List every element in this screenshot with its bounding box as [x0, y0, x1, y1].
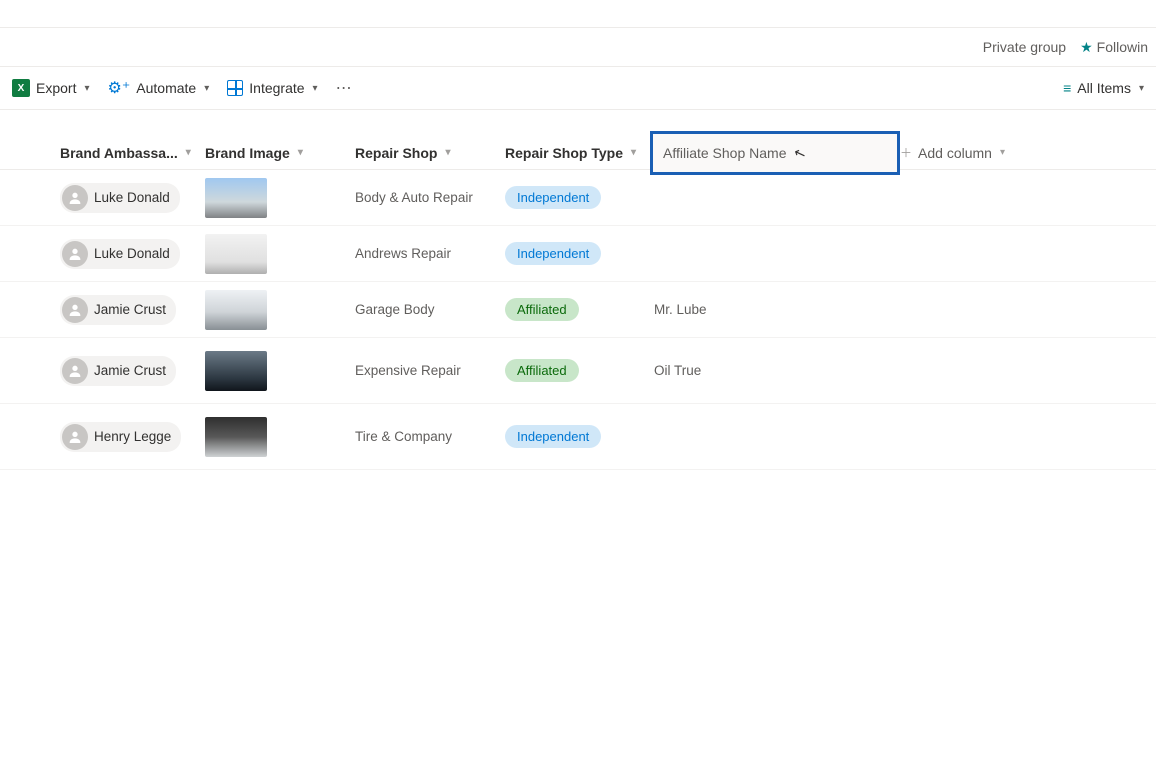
column-header-row: Brand Ambassa... ▾ Brand Image ▾ Repair … [0, 110, 1156, 170]
list-icon: ≡ [1063, 80, 1071, 96]
brand-image-thumbnail[interactable] [205, 417, 267, 457]
type-pill: Independent [505, 242, 601, 265]
add-column-button[interactable]: ＋ Add column ▾ [900, 137, 1156, 169]
person-chip[interactable]: Luke Donald [60, 239, 180, 269]
following-label: Followin [1097, 39, 1148, 55]
export-button[interactable]: X Export ▾ [12, 79, 90, 97]
brand-image-thumbnail[interactable] [205, 290, 267, 330]
cell-repair-shop-type: Independent [505, 425, 650, 448]
add-column-label: Add column [918, 145, 992, 161]
cell-brand-image [205, 290, 355, 330]
cell-repair-shop-type: Affiliated [505, 359, 650, 382]
chevron-down-icon: ▾ [445, 147, 450, 158]
list-view: Brand Ambassa... ▾ Brand Image ▾ Repair … [0, 110, 1156, 470]
cell-brand-ambassador: Luke Donald [60, 239, 205, 269]
cell-brand-ambassador: Luke Donald [60, 183, 205, 213]
column-header-brand-image[interactable]: Brand Image ▾ [205, 137, 355, 169]
avatar-icon [62, 424, 88, 450]
column-label: Affiliate Shop Name [663, 145, 786, 161]
brand-image-thumbnail[interactable] [205, 234, 267, 274]
cell-repair-shop: Expensive Repair [355, 363, 505, 378]
integrate-icon [227, 80, 243, 96]
page-header: Private group ★ Followin [0, 28, 1156, 66]
cell-brand-image [205, 351, 355, 391]
cell-repair-shop-type: Independent [505, 186, 650, 209]
chevron-down-icon: ▾ [313, 83, 318, 94]
table-row[interactable]: Jamie Crust Garage Body Affiliated Mr. L… [0, 282, 1156, 338]
toolbar: X Export ▾ ⚙⁺ Automate ▾ Integrate ▾ ⋯ ≡… [0, 66, 1156, 110]
avatar-icon [62, 297, 88, 323]
table-row[interactable]: Henry Legge Tire & Company Independent [0, 404, 1156, 470]
chevron-down-icon: ▾ [204, 83, 209, 94]
avatar-icon [62, 358, 88, 384]
chevron-down-icon: ▾ [298, 147, 303, 158]
cell-repair-shop: Garage Body [355, 302, 505, 317]
chevron-down-icon: ▾ [84, 83, 89, 94]
cell-brand-ambassador: Henry Legge [60, 422, 205, 452]
integrate-button[interactable]: Integrate ▾ [227, 80, 317, 96]
cell-affiliate-shop-name: Oil True [650, 363, 900, 378]
cell-brand-image [205, 178, 355, 218]
cell-brand-image [205, 234, 355, 274]
person-name: Jamie Crust [94, 363, 166, 378]
type-pill: Independent [505, 186, 601, 209]
chevron-down-icon: ▾ [631, 147, 636, 158]
person-chip[interactable]: Luke Donald [60, 183, 180, 213]
more-icon: ⋯ [336, 78, 354, 98]
column-label: Repair Shop Type [505, 145, 623, 161]
person-name: Henry Legge [94, 429, 171, 444]
following-button[interactable]: ★ Followin [1080, 39, 1148, 56]
automate-label: Automate [136, 80, 196, 96]
column-header-repair-shop[interactable]: Repair Shop ▾ [355, 137, 505, 169]
all-items-label: All Items [1077, 80, 1131, 96]
automate-button[interactable]: ⚙⁺ Automate ▾ [108, 78, 210, 98]
brand-image-thumbnail[interactable] [205, 178, 267, 218]
integrate-label: Integrate [249, 80, 304, 96]
cell-repair-shop-type: Independent [505, 242, 650, 265]
excel-icon: X [12, 79, 30, 97]
all-items-dropdown[interactable]: ≡ All Items ▾ [1063, 80, 1144, 96]
table-row[interactable]: Luke Donald Body & Auto Repair Independe… [0, 170, 1156, 226]
private-group-label: Private group [983, 39, 1066, 55]
cell-affiliate-shop-name: Mr. Lube [650, 302, 900, 317]
type-pill: Independent [505, 425, 601, 448]
star-icon: ★ [1080, 39, 1093, 56]
automate-icon: ⚙⁺ [108, 78, 131, 98]
chevron-down-icon: ▾ [186, 147, 191, 158]
person-chip[interactable]: Jamie Crust [60, 295, 176, 325]
column-header-affiliate-shop-name-editing[interactable]: Affiliate Shop Name [650, 131, 900, 175]
cell-repair-shop-type: Affiliated [505, 298, 650, 321]
table-row[interactable]: Jamie Crust Expensive Repair Affiliated … [0, 338, 1156, 404]
cell-repair-shop: Andrews Repair [355, 246, 505, 261]
cell-brand-ambassador: Jamie Crust [60, 356, 205, 386]
table-row[interactable]: Luke Donald Andrews Repair Independent [0, 226, 1156, 282]
chevron-down-icon: ▾ [1000, 147, 1005, 158]
person-chip[interactable]: Jamie Crust [60, 356, 176, 386]
type-pill: Affiliated [505, 359, 579, 382]
chevron-down-icon: ▾ [1139, 83, 1144, 94]
person-name: Jamie Crust [94, 302, 166, 317]
brand-image-thumbnail[interactable] [205, 351, 267, 391]
column-label: Brand Image [205, 145, 290, 161]
more-actions-button[interactable]: ⋯ [336, 78, 354, 98]
cell-repair-shop: Body & Auto Repair [355, 190, 505, 205]
export-label: Export [36, 80, 76, 96]
avatar-icon [62, 241, 88, 267]
cursor-icon [794, 145, 806, 161]
person-name: Luke Donald [94, 246, 170, 261]
cell-brand-ambassador: Jamie Crust [60, 295, 205, 325]
column-label: Brand Ambassa... [60, 145, 178, 161]
person-name: Luke Donald [94, 190, 170, 205]
column-header-brand-ambassador[interactable]: Brand Ambassa... ▾ [60, 137, 205, 169]
type-pill: Affiliated [505, 298, 579, 321]
person-chip[interactable]: Henry Legge [60, 422, 181, 452]
cell-repair-shop: Tire & Company [355, 429, 505, 444]
column-header-repair-shop-type[interactable]: Repair Shop Type ▾ [505, 137, 650, 169]
avatar-icon [62, 185, 88, 211]
plus-icon: ＋ [900, 144, 912, 161]
cell-brand-image [205, 417, 355, 457]
column-label: Repair Shop [355, 145, 437, 161]
